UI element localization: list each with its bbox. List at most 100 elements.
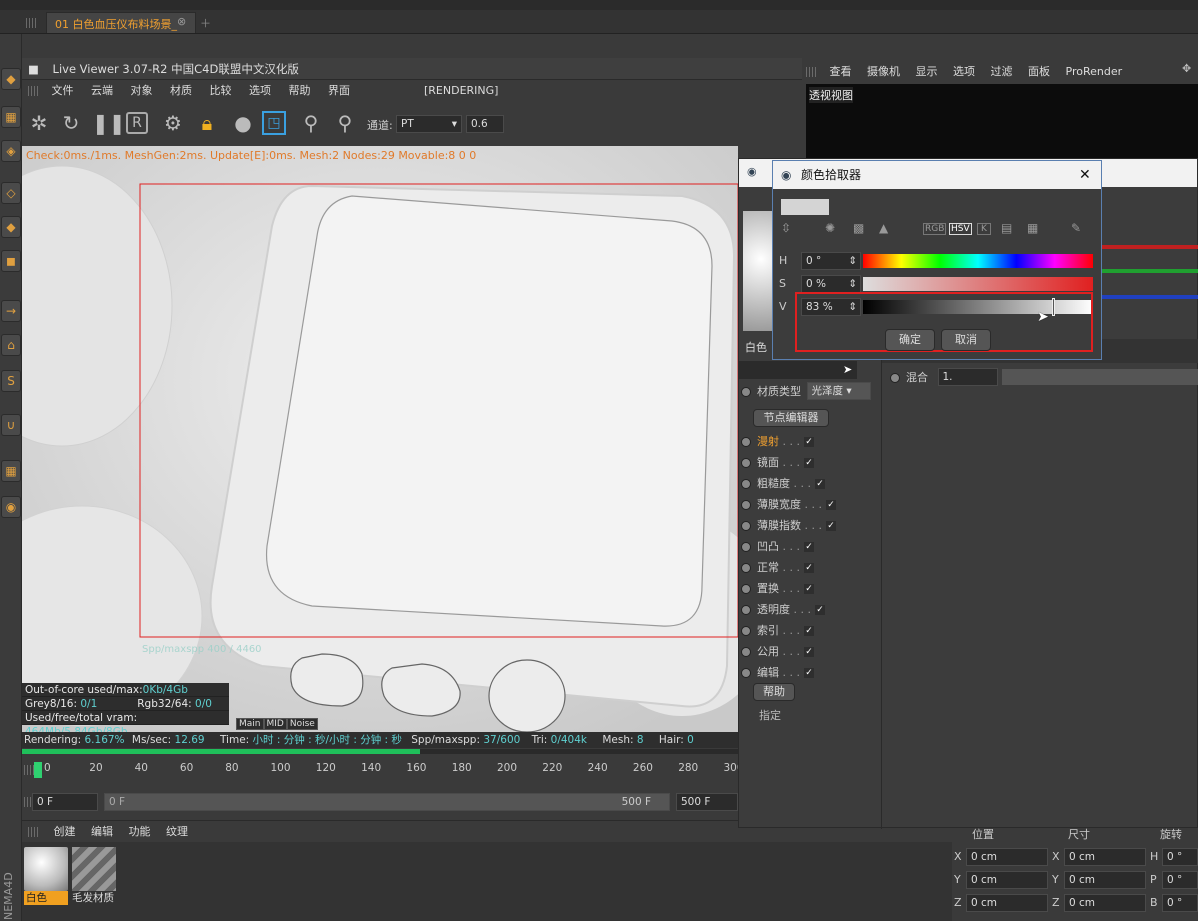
image-icon[interactable]: ▲ bbox=[879, 221, 888, 235]
menu-create[interactable]: 创建 bbox=[54, 825, 76, 838]
channel-checkbox[interactable]: ✓ bbox=[803, 626, 814, 636]
material-type-select[interactable]: 光泽度 ▾ bbox=[806, 382, 871, 400]
noise-button[interactable]: Noise bbox=[286, 718, 318, 730]
menu-prorender[interactable]: ProRender bbox=[1066, 65, 1123, 78]
close-icon[interactable]: ✕ bbox=[1079, 161, 1091, 189]
channel-checkbox[interactable]: ✓ bbox=[803, 584, 814, 594]
channel-radio[interactable] bbox=[741, 458, 751, 468]
channel-checkbox[interactable]: ✓ bbox=[803, 542, 814, 552]
saturation-field[interactable]: 0 % ⇕ bbox=[801, 275, 861, 293]
menu-view[interactable]: 查看 bbox=[830, 65, 852, 78]
material-search-field[interactable]: ➤ bbox=[739, 361, 857, 379]
position-field[interactable]: 0 cm bbox=[966, 871, 1048, 889]
channel-radio[interactable] bbox=[741, 647, 751, 657]
channel-item[interactable]: 公用 . . . ✓ bbox=[741, 641, 814, 662]
size-field[interactable]: 0 cm bbox=[1064, 848, 1146, 866]
channel-item[interactable]: 编辑 . . . ✓ bbox=[741, 662, 814, 683]
start-frame-field[interactable]: 0 F bbox=[32, 793, 98, 811]
region-render-icon[interactable]: R bbox=[126, 112, 148, 134]
channel-radio[interactable] bbox=[741, 500, 751, 510]
render-viewport[interactable] bbox=[22, 146, 738, 732]
end-frame-field[interactable]: 500 F bbox=[676, 793, 738, 811]
kelvin-mode-button[interactable]: K bbox=[977, 223, 991, 235]
move-icon[interactable]: ✥ bbox=[1182, 62, 1191, 75]
close-icon[interactable]: ⊗ bbox=[177, 15, 186, 28]
menu-panel[interactable]: 面板 bbox=[1028, 65, 1050, 78]
channel-radio[interactable] bbox=[741, 542, 751, 552]
mix-radio[interactable] bbox=[890, 373, 900, 383]
channel-item[interactable]: 粗糙度 . . . ✓ bbox=[741, 473, 825, 494]
material-ball-icon[interactable]: ● bbox=[230, 110, 256, 136]
material-hair[interactable]: 毛发材质 bbox=[72, 847, 118, 907]
rotation-field[interactable]: 0 ° bbox=[1162, 894, 1198, 912]
channel-radio[interactable] bbox=[741, 584, 751, 594]
snap-icon[interactable]: S bbox=[1, 370, 21, 392]
channel-select[interactable]: PT ▾ bbox=[396, 115, 462, 133]
add-tab-icon[interactable]: ＋ bbox=[200, 15, 211, 31]
focus-pin-icon[interactable]: ⚲ bbox=[298, 110, 324, 136]
channel-checkbox[interactable]: ✓ bbox=[814, 605, 825, 615]
lock-grid-icon[interactable]: ▦ bbox=[1, 460, 21, 482]
menu-texture[interactable]: 纹理 bbox=[166, 825, 188, 838]
send-scene-icon[interactable]: ✲ bbox=[26, 110, 52, 136]
menu-object[interactable]: 对象 bbox=[131, 84, 153, 97]
menu-compare[interactable]: 比较 bbox=[210, 84, 232, 97]
rotation-field[interactable]: 0 ° bbox=[1162, 871, 1198, 889]
polygon-icon[interactable]: ◆ bbox=[1, 216, 21, 238]
gear-icon[interactable]: ⚙ bbox=[160, 110, 186, 136]
channel-radio[interactable] bbox=[741, 479, 751, 489]
sculpt-icon[interactable]: ◉ bbox=[1, 496, 21, 518]
size-field[interactable]: 0 cm bbox=[1064, 894, 1146, 912]
rotation-field[interactable]: 0 ° bbox=[1162, 848, 1198, 866]
menu-options[interactable]: 选项 bbox=[249, 84, 271, 97]
mid-button[interactable]: MID bbox=[263, 718, 287, 730]
channel-checkbox[interactable]: ✓ bbox=[803, 668, 814, 678]
channel-radio[interactable] bbox=[741, 563, 751, 573]
channel-checkbox[interactable]: ✓ bbox=[825, 500, 836, 510]
box-icon[interactable]: ◼ bbox=[1, 250, 21, 272]
arrow-icon[interactable]: → bbox=[1, 300, 21, 322]
cancel-button[interactable]: 取消 bbox=[941, 329, 991, 351]
position-field[interactable]: 0 cm bbox=[966, 894, 1048, 912]
node-editor-button[interactable]: 节点编辑器 bbox=[753, 409, 829, 427]
main-button[interactable]: Main bbox=[236, 718, 264, 730]
channel-item[interactable]: 漫射 . . . ✓ bbox=[741, 431, 814, 452]
channel-item[interactable]: 镜面 . . . ✓ bbox=[741, 452, 814, 473]
menu-view-options[interactable]: 选项 bbox=[953, 65, 975, 78]
channel-radio[interactable] bbox=[741, 668, 751, 678]
channel-item[interactable]: 置换 . . . ✓ bbox=[741, 578, 814, 599]
channel-radio[interactable] bbox=[741, 437, 751, 447]
channel-item[interactable]: 凹凸 . . . ✓ bbox=[741, 536, 814, 557]
menu-filter[interactable]: 过滤 bbox=[991, 65, 1013, 78]
hue-slider[interactable] bbox=[863, 254, 1093, 268]
channel-checkbox[interactable]: ✓ bbox=[803, 458, 814, 468]
frame-range-slider[interactable]: 0 F 500 F bbox=[104, 793, 670, 811]
size-field[interactable]: 0 cm bbox=[1064, 871, 1146, 889]
material-white[interactable]: 白色 bbox=[24, 847, 68, 907]
channel-item[interactable]: 索引 . . . ✓ bbox=[741, 620, 814, 641]
swatches-icon[interactable]: ▦ bbox=[1027, 221, 1038, 235]
color-swatch[interactable] bbox=[781, 199, 829, 215]
timeline[interactable]: 0 20 40 60 80 100 120 140 160 180 200 220 240 260 280 3… bbox=[22, 756, 744, 784]
magnet-icon[interactable]: ∪ bbox=[1, 414, 21, 436]
channel-checkbox[interactable]: ✓ bbox=[814, 479, 825, 489]
channel-item[interactable]: 薄膜宽度 . . . ✓ bbox=[741, 494, 836, 515]
document-tab[interactable]: 01 白色血压仪布料场景_ ⊗ bbox=[46, 12, 196, 33]
edge-icon[interactable]: ◇ bbox=[1, 182, 21, 204]
cube-icon[interactable]: ◆ bbox=[1, 68, 21, 90]
channel-checkbox[interactable]: ✓ bbox=[803, 563, 814, 573]
hue-field[interactable]: 0 ° ⇕ bbox=[801, 252, 861, 270]
panel-menu-icon[interactable]: ■ bbox=[28, 62, 39, 76]
mixer-icon[interactable]: ▤ bbox=[1001, 221, 1012, 235]
channel-checkbox[interactable]: ✓ bbox=[825, 521, 836, 531]
menu-function[interactable]: 功能 bbox=[129, 825, 151, 838]
mix-field[interactable]: 1. bbox=[937, 368, 998, 386]
wheel-toggle-icon[interactable]: ⇳ bbox=[781, 221, 791, 235]
color-wheel-icon[interactable]: ✺ bbox=[825, 221, 835, 235]
hsv-mode-button[interactable]: HSV bbox=[949, 223, 972, 235]
material-type-radio[interactable] bbox=[741, 387, 751, 397]
pick-icon[interactable]: ◳ bbox=[262, 111, 286, 135]
material-pin-icon[interactable]: ⚲ bbox=[332, 110, 358, 136]
channel-radio[interactable] bbox=[741, 521, 751, 531]
menu-interface[interactable]: 界面 bbox=[328, 84, 350, 97]
